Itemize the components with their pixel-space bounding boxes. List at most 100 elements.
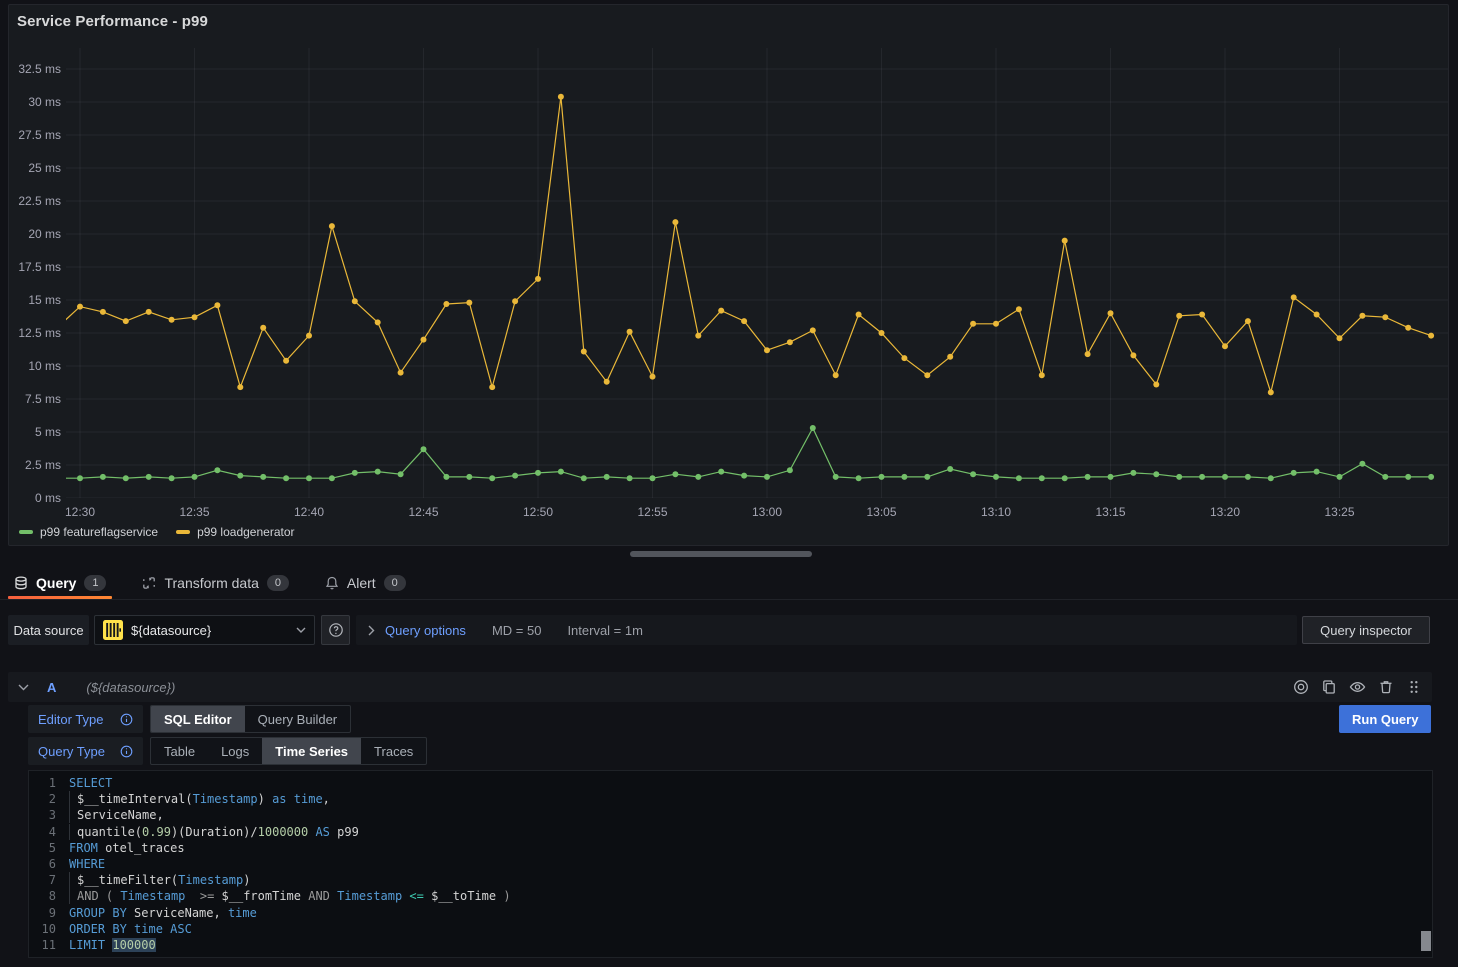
line-number: 6 <box>29 856 69 872</box>
tab-transform-label: Transform data <box>164 575 258 591</box>
line-number: 4 <box>29 824 69 840</box>
x-axis-label: 13:10 <box>966 505 1026 519</box>
editor-type-option-query-builder[interactable]: Query Builder <box>245 706 350 732</box>
tab-query-label: Query <box>36 575 76 591</box>
datasource-value: ${datasource} <box>131 623 288 638</box>
legend-swatch <box>19 530 33 534</box>
line-number: 9 <box>29 905 69 921</box>
code-line: 8AND ( Timestamp >= $__fromTime AND Time… <box>29 888 1432 904</box>
process-icon <box>142 576 156 590</box>
y-axis-label: 20 ms <box>13 227 61 241</box>
code-line: 2$__timeInterval(Timestamp) as time, <box>29 791 1432 807</box>
query-datasource-name: (${datasource}) <box>86 680 175 695</box>
tab-transform-data[interactable]: Transform data 0 <box>136 566 294 599</box>
query-options-md: MD = 50 <box>492 623 542 638</box>
chart-area: 0 ms2.5 ms5 ms7.5 ms10 ms12.5 ms15 ms17.… <box>9 5 1448 545</box>
info-circle-icon[interactable] <box>120 745 133 758</box>
query-type-option-table[interactable]: Table <box>151 738 208 764</box>
record-circle-icon[interactable] <box>1293 679 1309 695</box>
timeseries-panel: Service Performance - p99 0 ms2.5 ms5 ms… <box>8 4 1449 546</box>
editor-type-row: Editor Type SQL EditorQuery Builder <box>28 705 351 733</box>
query-refid: A <box>47 680 56 695</box>
editor-type-segmented: SQL EditorQuery Builder <box>150 705 351 733</box>
line-number: 8 <box>29 888 69 904</box>
tab-transform-badge: 0 <box>267 575 289 591</box>
x-axis-label: 12:50 <box>508 505 568 519</box>
query-inspector-button[interactable]: Query inspector <box>1302 616 1430 644</box>
query-type-option-time-series[interactable]: Time Series <box>262 738 361 764</box>
query-options-bar: Query options MD = 50 Interval = 1m <box>356 615 1297 645</box>
drag-handle-icon[interactable] <box>1406 679 1422 695</box>
tabs-bar: Query 1 Transform data 0 Alert 0 <box>8 566 436 599</box>
eye-icon[interactable] <box>1349 679 1366 695</box>
x-axis-label: 12:40 <box>279 505 339 519</box>
database-icon <box>14 576 28 590</box>
sql-code-editor[interactable]: 1SELECT2$__timeInterval(Timestamp) as ti… <box>28 770 1433 958</box>
y-axis-label: 12.5 ms <box>13 326 61 340</box>
y-axis-label: 30 ms <box>13 95 61 109</box>
datasource-select[interactable]: ${datasource} <box>94 615 315 645</box>
duplicate-icon[interactable] <box>1321 679 1337 695</box>
y-axis-label: 22.5 ms <box>13 194 61 208</box>
y-axis-label: 17.5 ms <box>13 260 61 274</box>
query-type-row: Query Type TableLogsTime SeriesTraces <box>28 737 427 765</box>
line-number: 11 <box>29 937 69 953</box>
code-line: 10ORDER BY time ASC <box>29 921 1432 937</box>
x-axis-label: 12:30 <box>50 505 110 519</box>
x-axis-label: 13:25 <box>1310 505 1370 519</box>
y-axis-label: 15 ms <box>13 293 61 307</box>
trash-icon[interactable] <box>1378 679 1394 695</box>
x-axis-label: 12:35 <box>165 505 225 519</box>
y-axis-label: 7.5 ms <box>13 392 61 406</box>
tab-alert[interactable]: Alert 0 <box>319 566 412 599</box>
datasource-row: Data source ${datasource} <box>0 615 1458 645</box>
code-line: 4quantile(0.99)(Duration)/1000000 AS p99 <box>29 824 1432 840</box>
legend-item[interactable]: p99 loadgenerator <box>176 525 294 539</box>
bell-icon <box>325 576 339 590</box>
question-circle-icon <box>328 622 344 638</box>
code-line: 11LIMIT 100000 <box>29 937 1432 953</box>
chart-plot[interactable] <box>66 48 1448 498</box>
x-axis-label: 13:00 <box>737 505 797 519</box>
horizontal-scrollbar-thumb[interactable] <box>630 551 812 557</box>
legend-label: p99 featureflagservice <box>40 525 158 539</box>
chart-legend: p99 featureflagservice p99 loadgenerator <box>19 525 295 539</box>
code-line: 1SELECT <box>29 775 1432 791</box>
code-lines: 1SELECT2$__timeInterval(Timestamp) as ti… <box>29 775 1432 953</box>
tab-alert-badge: 0 <box>384 575 406 591</box>
query-row-header[interactable]: A (${datasource}) <box>8 672 1432 702</box>
y-axis-label: 0 ms <box>13 491 61 505</box>
y-axis-label: 25 ms <box>13 161 61 175</box>
tab-alert-label: Alert <box>347 575 376 591</box>
tab-query-badge: 1 <box>84 575 106 591</box>
datasource-help-button[interactable] <box>321 615 350 645</box>
x-axis-label: 13:05 <box>852 505 912 519</box>
tab-query[interactable]: Query 1 <box>8 566 112 599</box>
run-query-button[interactable]: Run Query <box>1339 705 1431 733</box>
line-number: 5 <box>29 840 69 856</box>
chevron-right-icon[interactable] <box>368 625 375 636</box>
collapse-chevron-icon[interactable] <box>18 684 29 691</box>
chevron-down-icon <box>296 627 306 634</box>
x-axis-label: 12:55 <box>623 505 683 519</box>
clickhouse-logo-icon <box>103 620 123 640</box>
tabs-divider <box>0 599 1458 600</box>
query-type-segmented: TableLogsTime SeriesTraces <box>150 737 427 765</box>
code-line: 9GROUP BY ServiceName, time <box>29 905 1432 921</box>
query-type-label: Query Type <box>38 744 105 759</box>
editor-scrollbar-thumb[interactable] <box>1421 931 1431 951</box>
query-type-option-traces[interactable]: Traces <box>361 738 426 764</box>
y-axis-label: 27.5 ms <box>13 128 61 142</box>
query-row-actions <box>1293 679 1422 695</box>
line-number: 10 <box>29 921 69 937</box>
legend-swatch <box>176 530 190 534</box>
query-type-option-logs[interactable]: Logs <box>208 738 262 764</box>
legend-item[interactable]: p99 featureflagservice <box>19 525 158 539</box>
code-line: 5FROM otel_traces <box>29 840 1432 856</box>
line-number: 7 <box>29 872 69 888</box>
info-circle-icon[interactable] <box>120 713 133 726</box>
x-axis-label: 13:20 <box>1195 505 1255 519</box>
line-number: 3 <box>29 807 69 823</box>
editor-type-option-sql-editor[interactable]: SQL Editor <box>151 706 245 732</box>
query-options-link[interactable]: Query options <box>385 623 466 638</box>
